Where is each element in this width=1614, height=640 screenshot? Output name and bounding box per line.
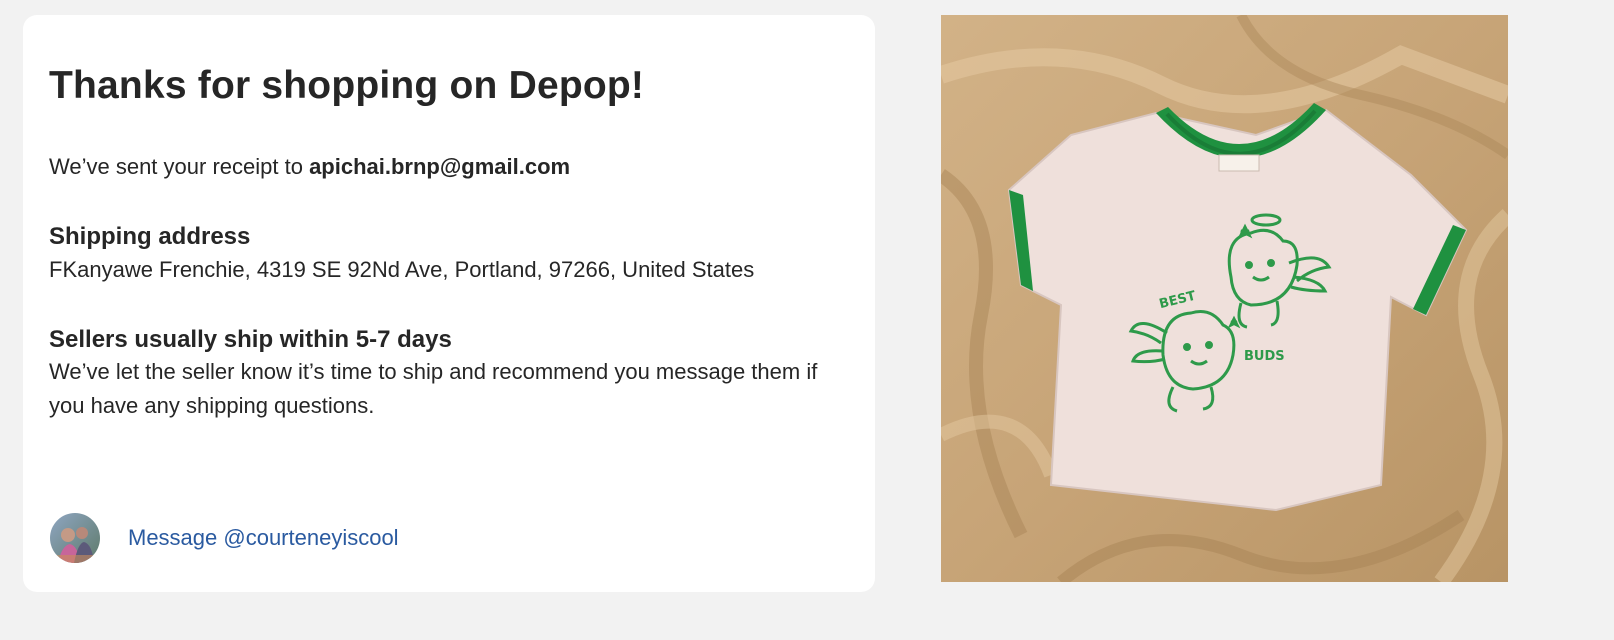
seller-avatar[interactable] [50, 513, 100, 563]
shirt-print-buds: BUDS [1244, 349, 1285, 364]
shipping-address: FKanyawe Frenchie, 4319 SE 92Nd Ave, Por… [49, 256, 755, 282]
receipt-notice: We’ve sent your receipt to apichai.brnp@… [49, 153, 849, 182]
seller-shipping-body: We’ve let the seller know it’s time to s… [49, 358, 818, 418]
message-seller-link[interactable]: Message @courteneyiscool [128, 525, 399, 551]
shipping-section: Shipping address FKanyawe Frenchie, 4319… [49, 221, 849, 286]
seller-shipping-section: Sellers usually ship within 5-7 days We’… [49, 324, 849, 423]
shipping-heading: Shipping address [49, 223, 251, 251]
product-photo: BEST BUDS [941, 15, 1508, 582]
seller-shipping-heading: Sellers usually ship within 5-7 days [49, 325, 452, 353]
receipt-prefix: We’ve sent your receipt to [49, 153, 303, 179]
message-seller-row[interactable]: Message @courteneyiscool [50, 513, 399, 563]
order-confirmation-card: Thanks for shopping on Depop! We’ve sent… [23, 15, 875, 592]
receipt-email: apichai.brnp@gmail.com [309, 153, 571, 179]
page-title: Thanks for shopping on Depop! [49, 64, 645, 107]
